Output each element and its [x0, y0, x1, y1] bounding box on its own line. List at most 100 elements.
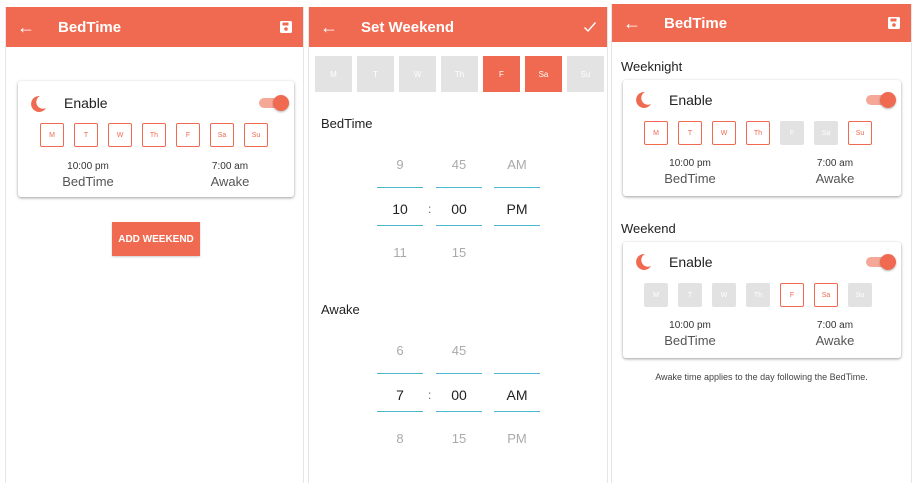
day-tuesday[interactable]: T — [678, 121, 702, 145]
awake-time: 7:00 am — [816, 320, 854, 331]
awake-minute-line-top — [436, 373, 482, 374]
bedtime-hour-line-top — [377, 187, 423, 188]
app-title: BedTime — [664, 14, 728, 32]
check-icon[interactable] — [573, 20, 607, 34]
bedtime-summary[interactable]: 10:00 pm BedTime — [48, 161, 128, 189]
bedtime-minute-line-bottom — [436, 225, 482, 226]
moon-icon — [31, 95, 46, 112]
day-tuesday[interactable]: T — [357, 56, 394, 92]
moon-icon — [636, 91, 651, 108]
bedtime-section-label: BedTime — [321, 116, 373, 131]
day-selector: M T W Th F Sa Su — [644, 283, 872, 307]
day-monday[interactable]: M — [644, 283, 668, 307]
bedtime-minute-prev[interactable]: 45 — [436, 157, 482, 172]
day-saturday[interactable]: Sa — [814, 283, 838, 307]
save-icon[interactable] — [269, 20, 303, 34]
awake-minute-prev[interactable]: 45 — [436, 343, 482, 358]
weeknight-card: Enable M T W Th F Sa Su 10:00 pm BedTime… — [623, 80, 901, 196]
weeknight-section-label: Weeknight — [621, 59, 683, 74]
awake-minute-selected[interactable]: 00 — [436, 387, 482, 403]
bedtime-hour-next[interactable]: 11 — [377, 245, 423, 260]
add-weekend-button[interactable]: ADD WEEKEND — [112, 222, 200, 256]
awake-ampm-line-top — [494, 373, 540, 374]
bedtime-ampm-line-top — [494, 187, 540, 188]
day-wednesday[interactable]: W — [712, 283, 736, 307]
day-friday[interactable]: F — [176, 123, 200, 147]
awake-ampm-selected[interactable]: AM — [494, 387, 540, 403]
back-arrow-icon[interactable]: ← — [612, 14, 652, 32]
day-friday[interactable]: F — [780, 283, 804, 307]
awake-section-label: Awake — [321, 302, 360, 317]
enable-label: Enable — [64, 95, 108, 111]
app-title: Set Weekend — [361, 18, 455, 36]
back-arrow-icon[interactable]: ← — [6, 18, 46, 36]
bedtime-hour-line-bottom — [377, 225, 423, 226]
awake-hour-selected[interactable]: 7 — [377, 387, 423, 403]
awake-summary[interactable]: 7:00 am Awake — [795, 320, 875, 348]
day-friday[interactable]: F — [780, 121, 804, 145]
bedtime-minute-selected[interactable]: 00 — [436, 201, 482, 217]
bedtime-hour-selected[interactable]: 10 — [377, 201, 423, 217]
app-bar: ← Set Weekend — [309, 7, 607, 47]
day-tuesday[interactable]: T — [678, 283, 702, 307]
day-friday[interactable]: F — [483, 56, 520, 92]
day-monday[interactable]: M — [315, 56, 352, 92]
bedtime-ampm-line-bottom — [494, 225, 540, 226]
day-monday[interactable]: M — [40, 123, 64, 147]
enable-label: Enable — [669, 254, 713, 270]
day-thursday[interactable]: Th — [142, 123, 166, 147]
bedtime-summary[interactable]: 10:00 pm BedTime — [650, 320, 730, 348]
day-saturday[interactable]: Sa — [210, 123, 234, 147]
set-weekend-screen: ← Set Weekend M T W Th F Sa Su BedTime 9… — [308, 7, 608, 483]
bedtime-label: BedTime — [664, 333, 716, 348]
bedtime-summary[interactable]: 10:00 pm BedTime — [650, 158, 730, 186]
bedtime-screen: ← BedTime Enable M T W Th F Sa Su 10:00 … — [5, 7, 304, 483]
day-sunday[interactable]: Su — [848, 283, 872, 307]
awake-time: 7:00 am — [211, 161, 249, 172]
enable-toggle[interactable] — [866, 92, 896, 108]
day-sunday[interactable]: Su — [567, 56, 604, 92]
enable-toggle[interactable] — [259, 95, 289, 111]
awake-hour-line-bottom — [377, 411, 423, 412]
day-wednesday[interactable]: W — [399, 56, 436, 92]
awake-label: Awake — [815, 171, 855, 186]
awake-minute-line-bottom — [436, 411, 482, 412]
bedtime-minute-next[interactable]: 15 — [436, 245, 482, 260]
day-thursday[interactable]: Th — [746, 283, 770, 307]
app-title: BedTime — [58, 18, 122, 36]
awake-hour-next[interactable]: 8 — [377, 431, 423, 446]
save-icon[interactable] — [877, 16, 911, 30]
bedtime-ampm-prev[interactable]: AM — [494, 157, 540, 172]
app-bar: ← BedTime — [612, 4, 911, 42]
awake-summary[interactable]: 7:00 am Awake — [795, 158, 875, 186]
day-saturday[interactable]: Sa — [814, 121, 838, 145]
awake-time: 7:00 am — [816, 158, 854, 169]
day-tuesday[interactable]: T — [74, 123, 98, 147]
bedtime-time: 10:00 pm — [67, 161, 109, 172]
awake-summary[interactable]: 7:00 am Awake — [190, 161, 270, 189]
awake-hour-prev[interactable]: 6 — [377, 343, 423, 358]
enable-toggle[interactable] — [866, 254, 896, 270]
bedtime-hour-prev[interactable]: 9 — [377, 157, 423, 172]
day-wednesday[interactable]: W — [712, 121, 736, 145]
bedtime-separator: : — [428, 202, 432, 216]
app-bar: ← BedTime — [6, 7, 303, 47]
day-thursday[interactable]: Th — [441, 56, 478, 92]
day-selector: M T W Th F Sa Su — [644, 121, 872, 145]
back-arrow-icon[interactable]: ← — [309, 18, 349, 36]
day-monday[interactable]: M — [644, 121, 668, 145]
day-thursday[interactable]: Th — [746, 121, 770, 145]
weekend-section-label: Weekend — [621, 221, 676, 236]
bedtime-time: 10:00 pm — [669, 320, 711, 331]
weekend-card: Enable M T W Th F Sa Su 10:00 pm BedTime… — [623, 242, 901, 358]
day-sunday[interactable]: Su — [848, 121, 872, 145]
weekend-day-selector: M T W Th F Sa Su — [315, 56, 604, 92]
day-wednesday[interactable]: W — [108, 123, 132, 147]
bedtime-ampm-selected[interactable]: PM — [494, 201, 540, 217]
day-saturday[interactable]: Sa — [525, 56, 562, 92]
awake-separator: : — [428, 388, 432, 402]
awake-minute-next[interactable]: 15 — [436, 431, 482, 446]
awake-ampm-next[interactable]: PM — [494, 431, 540, 446]
awake-note: Awake time applies to the day following … — [655, 372, 868, 382]
day-sunday[interactable]: Su — [244, 123, 268, 147]
